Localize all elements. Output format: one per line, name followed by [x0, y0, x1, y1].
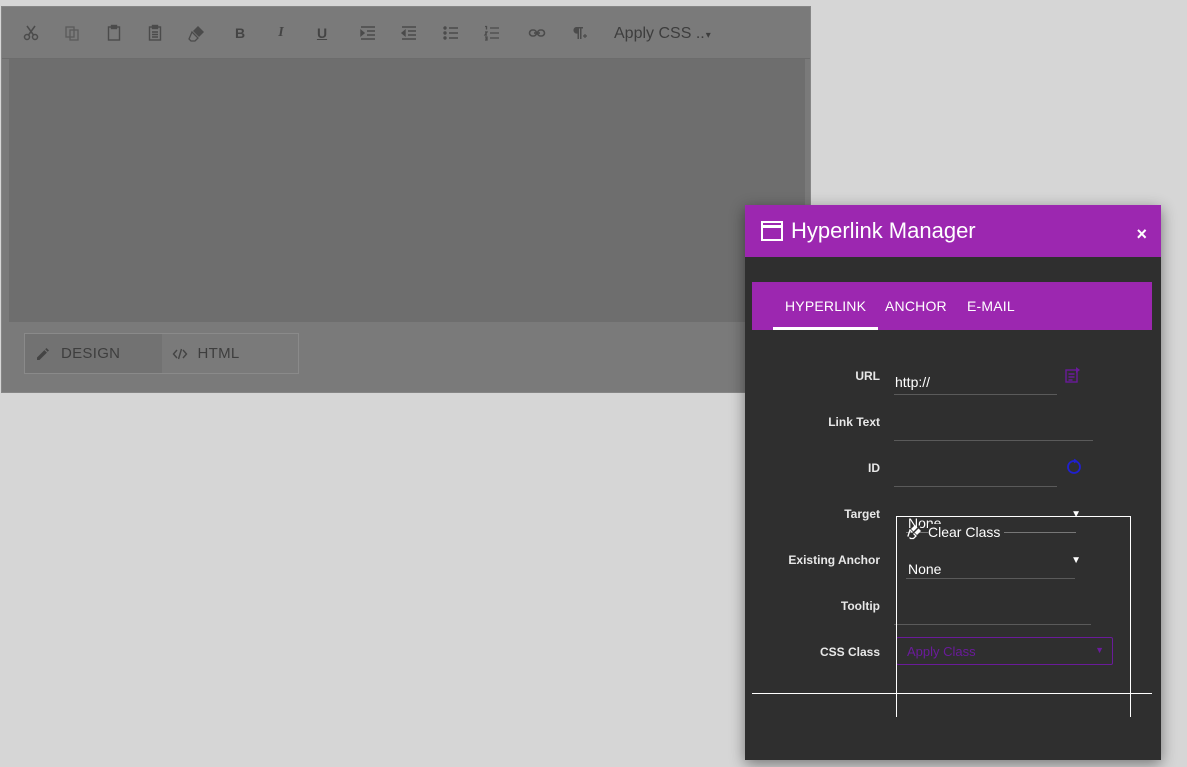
- url-label: URL: [855, 369, 880, 383]
- html-mode-button[interactable]: HTML: [162, 334, 299, 373]
- clear-class-label: Clear Class: [928, 524, 1005, 540]
- chevron-down-icon: ▾: [705, 30, 711, 41]
- css-class-dropdown-panel: Clear Class: [896, 516, 1131, 717]
- tooltip-label: Tooltip: [840, 599, 880, 613]
- existing-anchor-label: Existing Anchor: [788, 553, 880, 567]
- dialog-tabs: HYPERLINK ANCHOR E-MAIL: [752, 282, 1152, 330]
- id-label: ID: [868, 461, 880, 475]
- css-class-label: CSS Class: [819, 645, 880, 659]
- code-icon: [172, 348, 187, 359]
- html-mode-label: HTML: [197, 345, 240, 362]
- apply-css-label: Apply CSS ..: [614, 25, 705, 42]
- paste-text-icon[interactable]: [143, 21, 167, 45]
- document-manager-icon[interactable]: [1064, 366, 1082, 384]
- url-input[interactable]: [895, 374, 1057, 390]
- apply-css-dropdown[interactable]: Apply CSS ..▾: [614, 25, 711, 43]
- link-text-input[interactable]: [895, 420, 1093, 436]
- indent-icon[interactable]: [356, 21, 380, 45]
- editor-content-area[interactable]: [9, 59, 805, 322]
- pencil-icon: [37, 347, 49, 360]
- clear-class-option[interactable]: Clear Class: [906, 524, 1076, 540]
- bullet-list-icon[interactable]: [439, 21, 463, 45]
- outdent-icon[interactable]: [397, 21, 421, 45]
- cut-icon[interactable]: [19, 21, 43, 45]
- copy-icon[interactable]: [60, 21, 84, 45]
- window-icon: [761, 221, 783, 241]
- hyperlink-manager-dialog: Hyperlink Manager × HYPERLINK ANCHOR E-M…: [745, 205, 1161, 760]
- dialog-titlebar[interactable]: Hyperlink Manager: [745, 205, 1161, 257]
- underline-button[interactable]: U: [310, 21, 334, 45]
- paste-icon[interactable]: [102, 21, 126, 45]
- tab-email[interactable]: E-MAIL: [967, 282, 1015, 330]
- design-mode-button[interactable]: DESIGN: [25, 334, 162, 373]
- divider: [752, 693, 1152, 694]
- eraser-icon: [906, 524, 922, 540]
- editor-toolbar: B I U Apply CSS ..▾: [2, 7, 810, 59]
- numbered-list-icon[interactable]: [480, 21, 504, 45]
- link-text-label: Link Text: [828, 415, 880, 429]
- tab-anchor[interactable]: ANCHOR: [885, 282, 947, 330]
- editor-mode-bar: DESIGN HTML: [24, 333, 299, 374]
- rich-text-editor: B I U Apply CSS ..▾ DESIGN HTML: [1, 6, 811, 393]
- link-icon[interactable]: [525, 21, 549, 45]
- close-icon[interactable]: ×: [1136, 225, 1147, 243]
- dialog-title: Hyperlink Manager: [791, 218, 976, 243]
- design-mode-label: DESIGN: [61, 345, 121, 362]
- italic-button[interactable]: I: [269, 21, 293, 45]
- target-label: Target: [844, 507, 880, 521]
- url-field[interactable]: [894, 367, 1057, 395]
- refresh-icon[interactable]: [1065, 458, 1083, 476]
- link-text-field[interactable]: [894, 413, 1093, 441]
- id-field[interactable]: [894, 459, 1057, 487]
- id-input[interactable]: [895, 466, 1057, 482]
- format-stripper-icon[interactable]: [185, 21, 209, 45]
- paragraph-icon[interactable]: [567, 21, 591, 45]
- bold-button[interactable]: B: [228, 21, 252, 45]
- tab-hyperlink[interactable]: HYPERLINK: [772, 282, 879, 330]
